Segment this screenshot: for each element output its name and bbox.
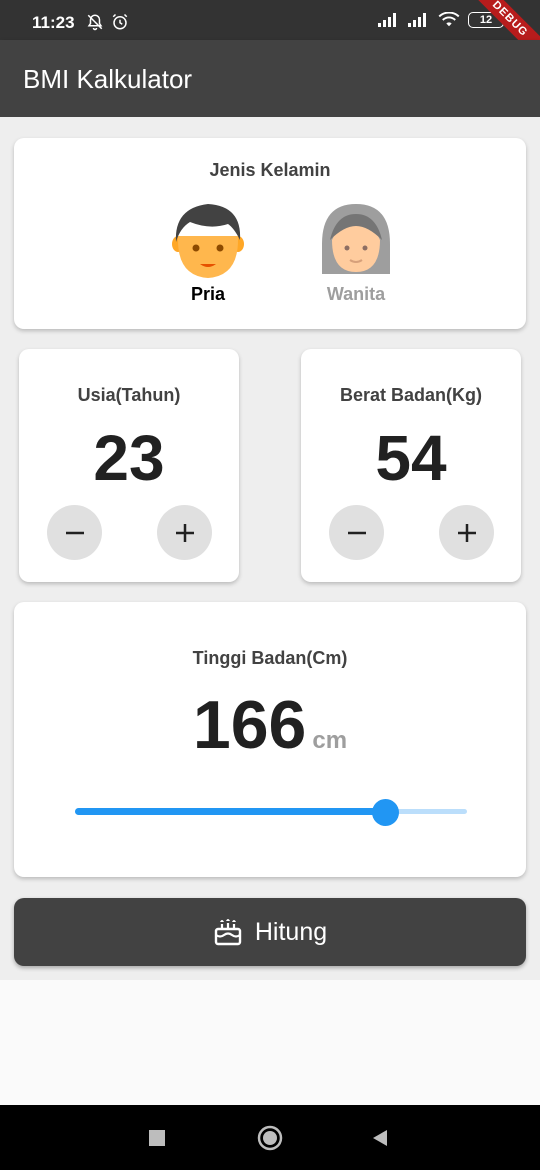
app-bar: BMI Kalkulator	[0, 40, 540, 117]
height-value: 166	[192, 687, 307, 763]
age-decrement-button[interactable]	[47, 505, 102, 560]
home-circle-icon	[257, 1125, 283, 1151]
status-left-icons	[86, 13, 129, 31]
gender-label-female: Wanita	[326, 284, 386, 304]
cake-icon	[214, 919, 242, 946]
alarm-icon	[112, 13, 128, 30]
weight-decrement-button[interactable]	[329, 505, 384, 560]
plus-icon	[175, 523, 194, 542]
system-nav-bar	[0, 1105, 540, 1170]
weight-card: Berat Badan(Kg) 54	[301, 349, 521, 582]
gender-title: Jenis Kelamin	[209, 160, 331, 180]
height-card: Tinggi Badan(Cm) 166 cm	[14, 602, 526, 877]
age-increment-button[interactable]	[157, 505, 212, 560]
age-title: Usia(Tahun)	[77, 385, 181, 405]
signal-icon	[378, 13, 396, 27]
back-triangle-icon	[373, 1130, 387, 1146]
weight-increment-button[interactable]	[439, 505, 494, 560]
weight-title: Berat Badan(Kg)	[339, 385, 482, 405]
status-bar: 11:23 12	[0, 0, 540, 40]
height-value-row: 166 cm	[14, 686, 526, 764]
app-title: BMI Kalkulator	[23, 64, 193, 94]
age-card: Usia(Tahun) 23	[19, 349, 239, 582]
gender-label-male: Pria	[190, 284, 226, 304]
weight-value: 54	[375, 422, 447, 494]
battery-level: 12	[479, 14, 493, 26]
signal-icon	[408, 13, 426, 27]
nav-home-button[interactable]	[257, 1125, 283, 1151]
minus-icon	[347, 531, 366, 534]
old-woman-face-icon	[322, 204, 390, 274]
height-title: Tinggi Badan(Cm)	[192, 648, 348, 668]
plus-icon	[457, 523, 476, 542]
slider-active-track	[75, 808, 385, 815]
calculate-button-label: Hitung	[254, 917, 328, 946]
slider-thumb[interactable]	[372, 799, 399, 826]
recents-square-icon	[149, 1130, 165, 1146]
calculate-button[interactable]: Hitung	[14, 898, 526, 966]
status-right-icons: 12	[378, 12, 507, 28]
nav-back-button[interactable]	[367, 1125, 393, 1151]
wifi-icon	[438, 12, 460, 27]
age-value: 23	[93, 422, 165, 494]
bell-off-icon	[87, 14, 103, 31]
main-content: Jenis Kelamin Pria Wanita Usia(Tahun) 23…	[0, 117, 540, 980]
gender-option-female[interactable]: Wanita	[311, 200, 401, 305]
man-face-icon	[172, 204, 244, 278]
nav-recents-button[interactable]	[144, 1125, 170, 1151]
height-unit: cm	[312, 727, 348, 754]
height-slider[interactable]	[75, 799, 467, 826]
gender-card: Jenis Kelamin Pria Wanita	[14, 138, 526, 329]
gender-option-male[interactable]: Pria	[163, 200, 253, 305]
status-time: 11:23	[32, 13, 75, 32]
minus-icon	[65, 531, 84, 534]
